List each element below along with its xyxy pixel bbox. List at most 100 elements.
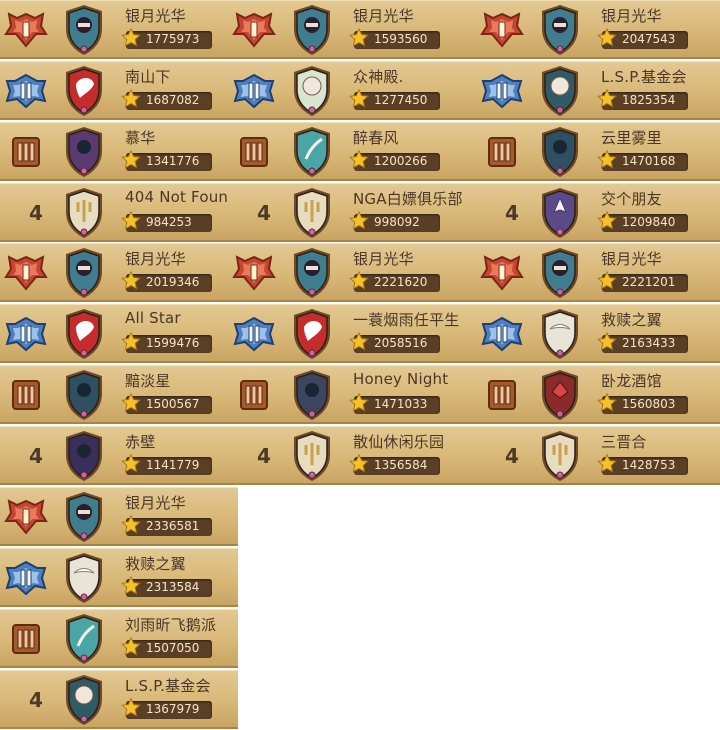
rank-number: 4 <box>505 444 519 468</box>
score-value: 1593560 <box>374 32 428 46</box>
score-value: 1367979 <box>146 702 200 716</box>
leaderboard-row[interactable]: 银月光华 2336581 <box>0 487 238 546</box>
score-badge: 998092 <box>349 210 440 232</box>
leaderboard-row[interactable]: 醉春风 1200266 <box>228 122 484 181</box>
leaderboard-row[interactable]: 刘雨昕飞鹅派 1507050 <box>0 609 238 668</box>
guild-name: 三晋合 <box>601 433 647 451</box>
leaderboard-row[interactable]: 4 NGA白嫖俱乐部 998092 <box>228 183 484 242</box>
star-icon <box>349 210 369 230</box>
score-value: 1200266 <box>374 154 428 168</box>
rank-number: 4 <box>257 444 271 468</box>
leaderboard-row[interactable]: 银月光华 1775973 <box>0 0 238 59</box>
score-value: 2047543 <box>622 32 676 46</box>
score-badge: 1141779 <box>121 453 212 475</box>
red-bird-crest-icon <box>62 307 106 361</box>
score-badge: 2163433 <box>597 331 688 353</box>
guild-name: 银月光华 <box>353 7 414 25</box>
star-icon <box>597 210 617 230</box>
leaderboard-row[interactable]: 银月光华 2047543 <box>476 0 720 59</box>
rank-badge-icon <box>478 128 526 176</box>
leaderboard-row[interactable]: 4 L.S.P.基金会 1367979 <box>0 670 238 729</box>
score-value: 1775973 <box>146 32 200 46</box>
score-badge: 2221201 <box>597 270 688 292</box>
score-badge: 1775973 <box>121 27 212 49</box>
rank-badge-icon <box>2 249 50 297</box>
guild-name: NGA白嫖俱乐部 <box>353 190 463 208</box>
score-badge: 1507050 <box>121 636 212 658</box>
trident-crest-icon <box>62 186 106 240</box>
score-badge: 1825354 <box>597 88 688 110</box>
guild-name: Honey Night <box>353 370 449 388</box>
score-value: 2163433 <box>622 336 676 350</box>
guild-name: 银月光华 <box>601 7 662 25</box>
rank-badge-icon <box>2 371 50 419</box>
guild-name: 银月光华 <box>125 250 186 268</box>
ninja-crest-icon <box>62 3 106 57</box>
guild-name: 救赎之翼 <box>601 311 662 329</box>
rank-badge-icon <box>2 6 50 54</box>
leaderboard-row[interactable]: 救赎之翼 2163433 <box>476 304 720 363</box>
star-icon <box>349 88 369 108</box>
score-value: 1687082 <box>146 93 200 107</box>
guild-name: 一蓑烟雨任平生 <box>353 311 460 329</box>
leaderboard-row[interactable]: 4 交个朋友 1209840 <box>476 183 720 242</box>
guild-name: L.S.P.基金会 <box>125 677 211 695</box>
star-icon <box>121 453 141 473</box>
wing-crest-icon <box>538 307 582 361</box>
score-value: 1209840 <box>622 215 676 229</box>
score-value: 1277450 <box>374 93 428 107</box>
leaderboard-row[interactable]: 卧龙酒馆 1560803 <box>476 365 720 424</box>
leaderboard-row[interactable]: 云里雾里 1470168 <box>476 122 720 181</box>
star-icon <box>121 697 141 717</box>
score-badge: 1687082 <box>121 88 212 110</box>
guild-name: 南山下 <box>125 68 171 86</box>
leaderboard-row[interactable]: 救赎之翼 2313584 <box>0 548 238 607</box>
leaderboard-row[interactable]: Honey Night 1471033 <box>228 365 484 424</box>
leaderboard-row[interactable]: All Star 1599476 <box>0 304 238 363</box>
rank-number: 4 <box>29 201 43 225</box>
guild-name: 赤壁 <box>125 433 156 451</box>
star-icon <box>349 149 369 169</box>
star-icon <box>121 636 141 656</box>
leaderboard-row[interactable]: 4 散仙休闲乐园 1356584 <box>228 426 484 485</box>
guild-name: 慕华 <box>125 129 156 147</box>
leaderboard-row[interactable]: 一蓑烟雨任平生 2058516 <box>228 304 484 363</box>
leaderboard-row[interactable]: L.S.P.基金会 1825354 <box>476 61 720 120</box>
rank-badge-icon <box>230 371 278 419</box>
leaderboard-row[interactable]: 4 404 Not Found 984253 <box>0 183 238 242</box>
rank-badge-icon <box>2 67 50 115</box>
rank-number: 4 <box>505 201 519 225</box>
ninja-crest-icon <box>290 246 334 300</box>
leaderboard-row[interactable]: 众神殿. 1277450 <box>228 61 484 120</box>
dark-sword-crest-icon <box>62 429 106 483</box>
leaderboard-row[interactable]: 南山下 1687082 <box>0 61 238 120</box>
leaderboard-row[interactable]: 4 三晋合 1428753 <box>476 426 720 485</box>
ninja-crest-icon <box>538 3 582 57</box>
leaderboard-row[interactable]: 银月光华 2221201 <box>476 243 720 302</box>
score-badge: 1560803 <box>597 392 688 414</box>
guild-name: 银月光华 <box>353 250 414 268</box>
leaderboard-row[interactable]: 黯淡星 1500567 <box>0 365 238 424</box>
score-badge: 1356584 <box>349 453 440 475</box>
guild-name: All Star <box>125 309 181 327</box>
leaderboard-row[interactable]: 银月光华 1593560 <box>228 0 484 59</box>
leaderboard-row[interactable]: 银月光华 2019346 <box>0 243 238 302</box>
star-icon <box>121 514 141 534</box>
score-badge: 2336581 <box>121 514 212 536</box>
score-value: 1825354 <box>622 93 676 107</box>
rank-number: 4 <box>257 201 271 225</box>
leaderboard-row[interactable]: 银月光华 2221620 <box>228 243 484 302</box>
star-icon <box>349 331 369 351</box>
star-icon <box>349 27 369 47</box>
star-icon <box>597 331 617 351</box>
ninja-crest-icon <box>62 246 106 300</box>
rank-badge-icon <box>230 6 278 54</box>
red-bird-crest-icon <box>290 307 334 361</box>
leaderboard-row[interactable]: 慕华 1341776 <box>0 122 238 181</box>
leaderboard-row[interactable]: 4 赤壁 1141779 <box>0 426 238 485</box>
score-badge: 1341776 <box>121 149 212 171</box>
star-icon <box>597 270 617 290</box>
score-badge: 2221620 <box>349 270 440 292</box>
score-value: 1428753 <box>622 458 676 472</box>
rank-badge-icon <box>230 128 278 176</box>
